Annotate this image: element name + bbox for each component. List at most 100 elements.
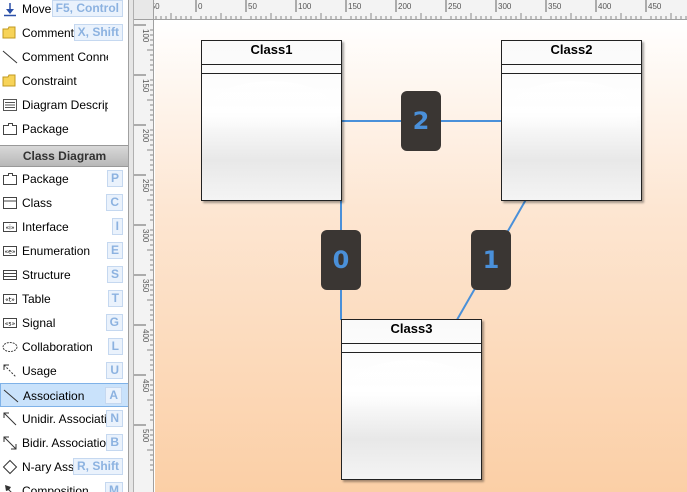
class-gloss-decoration <box>346 360 477 410</box>
class-attributes-compartment <box>342 344 481 353</box>
tool-diagram-description[interactable]: Diagram Descripti... <box>0 93 128 117</box>
shortcut-badge: T <box>107 290 123 307</box>
svg-text:«s»: «s» <box>5 321 16 328</box>
svg-text:«i»: «i» <box>5 225 14 232</box>
tool-nary-association[interactable]: N-ary Association R, Shift <box>0 455 128 479</box>
class-name: Class2 <box>502 41 641 65</box>
ruler-label: 200 <box>141 129 150 143</box>
tool-comment-connector[interactable]: Comment Connect... <box>0 45 128 69</box>
nary-association-icon <box>2 459 18 475</box>
shortcut-badge: I <box>111 218 123 235</box>
ruler-label: 350 <box>548 2 562 11</box>
diagram-description-icon <box>2 97 18 113</box>
shortcut-badge: S <box>106 266 123 283</box>
tool-signal[interactable]: «s» Signal G <box>0 311 128 335</box>
shortcut-badge: A <box>105 387 122 404</box>
ruler-label: 100 <box>141 29 150 43</box>
ruler-label: 150 <box>141 79 150 93</box>
shortcut-badge: M <box>105 482 123 492</box>
ruler-label: 100 <box>298 2 312 11</box>
bidirectional-association-icon <box>2 435 18 451</box>
tool-label: Enumeration <box>22 244 91 258</box>
ruler-label: 350 <box>141 279 150 293</box>
shortcut-badge: R, Shift <box>73 458 123 475</box>
shortcut-badge: L <box>107 338 123 355</box>
tool-collaboration[interactable]: Collaboration L <box>0 335 128 359</box>
structure-icon <box>2 267 18 283</box>
collaboration-icon <box>2 339 18 355</box>
tool-class[interactable]: Class C <box>0 191 128 215</box>
tool-label: Composition <box>22 484 89 492</box>
shortcut-badge: N <box>106 410 123 427</box>
class-icon <box>2 195 18 211</box>
tool-constraint[interactable]: Constraint <box>0 69 128 93</box>
class-node-class1[interactable]: Class1 <box>201 40 342 201</box>
tool-label: Usage <box>22 364 57 378</box>
class-gloss-decoration <box>506 81 637 131</box>
tool-label: Signal <box>22 316 56 330</box>
tool-label: Bidir. Association <box>22 436 108 450</box>
diagram-canvas[interactable]: Class1 Class2 Class3 0 1 2 <box>155 21 687 492</box>
move-arrow-icon <box>2 1 18 17</box>
interface-icon: «i» <box>2 219 18 235</box>
ruler-label: 0 <box>198 2 203 11</box>
signal-icon: «s» <box>2 315 18 331</box>
tool-association[interactable]: Association A <box>0 383 128 407</box>
tool-enumeration[interactable]: «e» Enumeration E <box>0 239 128 263</box>
tool-label: Interface <box>22 220 69 234</box>
class-attributes-compartment <box>502 65 641 74</box>
ruler-label: 400 <box>598 2 612 11</box>
shortcut-badge: E <box>106 242 123 259</box>
tool-usage[interactable]: Usage U <box>0 359 128 383</box>
shortcut-badge: P <box>106 170 123 187</box>
class-name: Class1 <box>202 41 341 65</box>
horizontal-ruler: -50050100150200250300350400450 <box>134 0 687 20</box>
class-node-class2[interactable]: Class2 <box>501 40 642 201</box>
shortcut-badge: C <box>106 194 123 211</box>
svg-text:«e»: «e» <box>4 249 15 256</box>
shortcut-badge: B <box>106 434 123 451</box>
class-name: Class3 <box>342 320 481 344</box>
usage-icon <box>2 363 18 379</box>
link-badge-0[interactable]: 0 <box>321 230 361 290</box>
link-badge-1[interactable]: 1 <box>471 230 511 290</box>
tool-bidirectional-association[interactable]: Bidir. Association B <box>0 431 128 455</box>
class-node-class3[interactable]: Class3 <box>341 319 482 480</box>
tool-label: Table <box>22 292 51 306</box>
table-icon: «t» <box>2 291 18 307</box>
tool-move[interactable]: Move F5, Control <box>0 0 128 21</box>
link-badge-2[interactable]: 2 <box>401 91 441 151</box>
ruler-label: 300 <box>141 229 150 243</box>
ruler-label: 500 <box>141 429 150 443</box>
tool-comment[interactable]: Comment X, Shift <box>0 21 128 45</box>
association-icon <box>3 388 19 404</box>
tool-package-top[interactable]: Package <box>0 117 128 141</box>
composition-icon <box>2 483 18 492</box>
tool-label: Unidir. Association <box>22 412 108 426</box>
vertical-ruler: 100 150 200 250 300 350 400 450 500 <box>134 20 154 492</box>
package-icon <box>2 121 18 137</box>
tool-label: Association <box>23 389 85 403</box>
svg-text:«t»: «t» <box>5 297 15 304</box>
package-icon <box>2 171 18 187</box>
unidirectional-association-icon <box>2 411 18 427</box>
tool-composition[interactable]: Composition M <box>0 479 128 492</box>
ruler-label: 150 <box>348 2 362 11</box>
ruler-label: 300 <box>498 2 512 11</box>
comment-connector-icon <box>2 49 18 65</box>
tool-table[interactable]: «t» Table T <box>0 287 128 311</box>
class-diagram-section-header[interactable]: Class Diagram <box>0 145 128 167</box>
tool-interface[interactable]: «i» Interface I <box>0 215 128 239</box>
ruler-label: 50 <box>248 2 257 11</box>
ruler-label: 450 <box>648 2 662 11</box>
class-gloss-decoration <box>206 81 337 131</box>
shortcut-badge: X, Shift <box>73 24 123 41</box>
tool-label: Package <box>22 172 69 186</box>
ruler-label: 200 <box>398 2 412 11</box>
tool-structure[interactable]: Structure S <box>0 263 128 287</box>
tool-label: Package <box>22 122 69 136</box>
tool-package[interactable]: Package P <box>0 167 128 191</box>
constraint-folder-icon <box>2 73 18 89</box>
tool-unidirectional-association[interactable]: Unidir. Association N <box>0 407 128 431</box>
ruler-label: 400 <box>141 329 150 343</box>
